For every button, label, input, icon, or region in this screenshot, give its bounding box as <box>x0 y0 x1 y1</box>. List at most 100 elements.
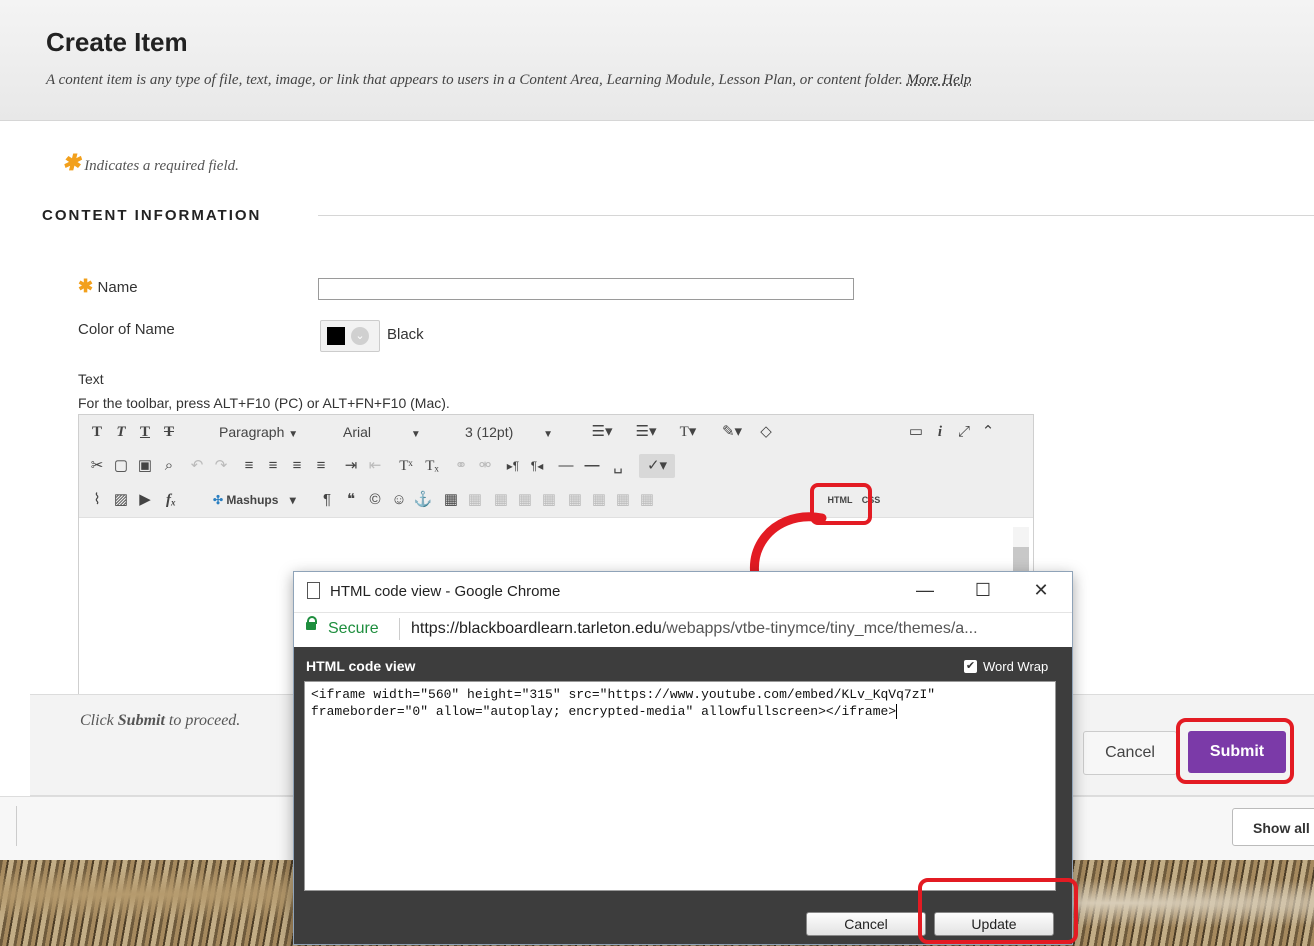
unlink-icon[interactable]: ⚮ <box>475 454 495 478</box>
undo-icon[interactable]: ↶ <box>187 454 207 478</box>
page-header <box>0 0 1314 121</box>
size-select-label: 3 (12pt) <box>465 424 514 440</box>
name-input[interactable] <box>318 278 854 300</box>
link-icon[interactable]: ⚭ <box>451 454 471 478</box>
info-icon[interactable]: i <box>929 420 951 444</box>
media-icon[interactable]: ▶ <box>135 488 155 512</box>
align-right-icon[interactable]: ≡ <box>287 454 307 478</box>
secure-label: Secure <box>328 620 379 637</box>
paragraph-select[interactable]: Paragraph ▼ <box>219 420 329 444</box>
popup-cancel-button[interactable]: Cancel <box>806 912 926 936</box>
table-insert-col-after-icon[interactable]: ▦ <box>613 488 633 512</box>
horizontal-rule-icon[interactable]: — <box>555 454 577 478</box>
collapse-toolbar-icon[interactable]: ⌃ <box>977 420 999 444</box>
emoticon-icon[interactable]: ☺ <box>389 488 409 512</box>
paragraph-mark-icon[interactable]: ¶ <box>317 488 337 512</box>
toolbar-row-1: T T T T Paragraph ▼ Arial ▼ 3 (12pt) ▼ ☰… <box>79 415 1033 450</box>
toolbar-row-2: ✂ ▢ ▣ ⌕ ↶ ↷ ≡ ≡ ≡ ≡ ⇥ ⇤ Tˣ Tₓ ⚭ ⚮ ▸¶ ¶◂ … <box>79 449 1033 484</box>
code-panel-title: HTML code view <box>306 658 416 674</box>
chevron-down-icon: ▾ <box>289 493 296 507</box>
bullet-list-icon[interactable]: ☰▾ <box>585 420 619 444</box>
preview-icon[interactable]: ▭ <box>905 420 927 444</box>
size-select[interactable]: 3 (12pt) ▼ <box>465 420 575 444</box>
redo-icon[interactable]: ↷ <box>211 454 231 478</box>
attachment-icon[interactable]: ⌇ <box>87 488 107 512</box>
toolbar-hint: For the toolbar, press ALT+F10 (PC) or A… <box>78 395 450 411</box>
anchor-icon[interactable]: ⚓ <box>413 488 433 512</box>
table-insert-col-before-icon[interactable]: ▦ <box>589 488 609 512</box>
table-delete-col-icon[interactable]: ▦ <box>637 488 657 512</box>
html-code-textarea[interactable]: <iframe width="560" height="315" src="ht… <box>304 681 1056 891</box>
text-style-icon[interactable]: T▾ <box>671 420 705 444</box>
align-left-icon[interactable]: ≡ <box>239 454 259 478</box>
cut-icon[interactable]: ✂ <box>87 454 107 478</box>
spellcheck-icon[interactable]: ✓▾ <box>639 454 675 478</box>
chevron-down-icon: ▼ <box>543 429 554 440</box>
text-cursor <box>896 704 905 719</box>
table-insert-row-before-icon[interactable]: ▦ <box>515 488 535 512</box>
url-text[interactable]: https://blackboardlearn.tarleton.edu/web… <box>411 620 1061 638</box>
numbered-list-icon[interactable]: ☰▾ <box>629 420 663 444</box>
cancel-button[interactable]: Cancel <box>1083 731 1177 775</box>
submit-instruction: Click Submit to proceed. <box>80 712 240 730</box>
instruction-suffix: to proceed. <box>164 712 241 729</box>
copyright-icon[interactable]: © <box>365 488 385 512</box>
maximize-icon[interactable]: ☐ <box>966 577 1000 603</box>
indent-icon[interactable]: ⇥ <box>341 454 361 478</box>
mashups-button[interactable]: ✣ Mashups ▾ <box>213 488 313 512</box>
instruction-prefix: Click <box>80 712 118 729</box>
mashups-label: Mashups <box>226 493 279 507</box>
submit-highlight <box>1176 718 1294 784</box>
math-formula-icon[interactable]: fₓ <box>159 488 183 512</box>
align-justify-icon[interactable]: ≡ <box>311 454 331 478</box>
nonbreaking-space-icon[interactable]: ␣ <box>607 454 629 478</box>
eraser-icon[interactable]: ◇ <box>755 420 777 444</box>
highlight-pen-icon[interactable]: ✎▾ <box>715 420 749 444</box>
font-select[interactable]: Arial ▼ <box>343 420 453 444</box>
downloads-bar-divider <box>16 806 17 846</box>
word-wrap-checkbox[interactable]: ✔ <box>964 660 977 673</box>
chevron-down-icon: ▼ <box>288 429 299 440</box>
url-path: /webapps/vtbe-tinymce/tiny_mce/themes/a.… <box>661 620 978 637</box>
bold-icon[interactable]: T <box>87 420 107 444</box>
color-picker[interactable]: ⌄ <box>320 320 380 352</box>
align-center-icon[interactable]: ≡ <box>263 454 283 478</box>
more-help-link[interactable]: More Help <box>906 72 971 88</box>
find-icon[interactable]: ⌕ <box>159 454 179 478</box>
italic-icon[interactable]: T <box>111 420 131 444</box>
paste-icon[interactable]: ▣ <box>135 454 155 478</box>
document-icon <box>307 582 320 599</box>
color-label: Color of Name <box>78 321 175 338</box>
table-delete-row-icon[interactable]: ▦ <box>565 488 585 512</box>
close-icon[interactable]: ✕ <box>1024 577 1058 603</box>
url-host: https://blackboardlearn.tarleton.edu <box>411 620 662 637</box>
image-icon[interactable]: ▨ <box>111 488 131 512</box>
toolbar-row-3: ⌇ ▨ ▶ fₓ ✣ Mashups ▾ ¶ ❝ © ☺ ⚓ ▦ ▦ ▦ ▦ ▦… <box>79 483 1033 518</box>
color-value: Black <box>387 326 424 343</box>
table-cell-props-icon[interactable]: ▦ <box>491 488 511 512</box>
outdent-icon[interactable]: ⇤ <box>365 454 385 478</box>
underline-icon[interactable]: T <box>135 420 155 444</box>
required-note: ✱ Indicates a required field. <box>62 152 239 175</box>
chevron-down-icon: ⌄ <box>351 327 369 345</box>
section-title: CONTENT INFORMATION <box>42 207 262 224</box>
copy-icon[interactable]: ▢ <box>111 454 131 478</box>
table-insert-row-after-icon[interactable]: ▦ <box>539 488 559 512</box>
url-separator <box>399 618 400 640</box>
horizontal-line-icon[interactable]: — <box>581 454 603 478</box>
name-label-text: Name <box>97 279 138 296</box>
ltr-icon[interactable]: ▸¶ <box>503 454 523 478</box>
table-row-props-icon[interactable]: ▦ <box>465 488 485 512</box>
chevron-down-icon: ▼ <box>410 429 421 440</box>
blockquote-icon[interactable]: ❝ <box>341 488 361 512</box>
subscript-icon[interactable]: Tₓ <box>421 454 443 478</box>
strikethrough-icon[interactable]: T <box>159 420 179 444</box>
minimize-icon[interactable]: — <box>908 577 942 603</box>
update-highlight <box>918 878 1078 944</box>
superscript-icon[interactable]: Tˣ <box>395 454 417 478</box>
fullscreen-icon[interactable]: ⤢ <box>953 420 975 444</box>
table-icon[interactable]: ▦ <box>441 488 461 512</box>
word-wrap-label: Word Wrap <box>983 659 1049 674</box>
show-all-button[interactable]: Show all <box>1232 808 1314 846</box>
rtl-icon[interactable]: ¶◂ <box>527 454 547 478</box>
